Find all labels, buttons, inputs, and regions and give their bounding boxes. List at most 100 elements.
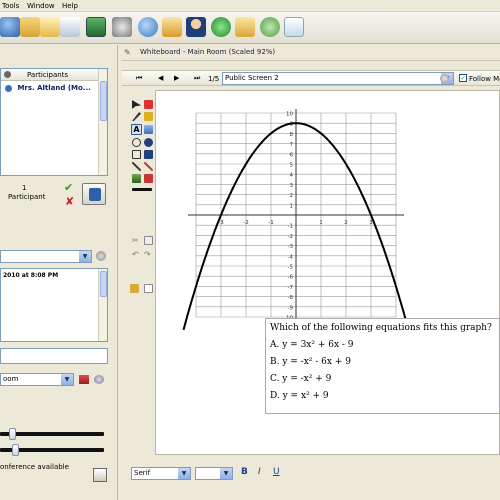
y-tick-label: 4 <box>290 173 294 179</box>
marker-icon[interactable] <box>144 112 153 121</box>
last-page-icon[interactable]: ⏭ <box>194 74 200 83</box>
cut-icon[interactable]: ✂ <box>132 236 141 245</box>
option-c[interactable]: C. y = -x² + 9 <box>270 374 331 384</box>
chat-target-select[interactable]: ▼ <box>0 250 92 263</box>
room-select[interactable]: oom ▼ <box>0 373 74 386</box>
option-b[interactable]: B. y = -x² - 6x + 9 <box>270 357 351 367</box>
undo-icon[interactable]: ↶ <box>132 250 141 259</box>
x-tick-label: 2 <box>344 220 348 226</box>
y-tick-label: 6 <box>290 152 294 158</box>
title-rule <box>122 60 500 61</box>
y-tick-label: -2 <box>288 234 293 240</box>
redo-icon[interactable]: ↷ <box>144 250 153 259</box>
chat-settings-icon[interactable] <box>96 251 106 261</box>
text-tool-icon[interactable]: A <box>131 124 142 135</box>
rectangle-icon[interactable] <box>132 150 141 159</box>
drawing-tools: A ✂ ↶ ↷ <box>128 96 154 296</box>
option-d[interactable]: D. y = x² + 9 <box>270 391 329 401</box>
follow-checkbox[interactable]: ✓ <box>459 74 467 82</box>
line-icon[interactable] <box>132 162 141 171</box>
underline-button[interactable]: U <box>273 467 280 477</box>
y-tick-label: -5 <box>288 265 294 271</box>
pencil-icon: ✎ <box>124 48 131 57</box>
y-tick-label: -1 <box>288 224 293 230</box>
color-icon[interactable] <box>144 174 153 183</box>
participants-header: Participants ⇅ <box>1 69 107 81</box>
y-tick-label: -4 <box>288 254 294 260</box>
pencil-icon[interactable] <box>132 112 141 121</box>
notes-icon[interactable] <box>284 17 304 37</box>
refresh-icon[interactable] <box>260 17 280 37</box>
copy-icon[interactable] <box>144 236 153 245</box>
room-select-value: oom <box>3 375 19 383</box>
screen-select-value: Public Screen 2 <box>225 74 279 82</box>
x-tick-label: -1 <box>268 220 273 226</box>
prev-page-icon[interactable]: ◀ <box>158 74 163 82</box>
font-size-select[interactable]: ▼ <box>195 467 233 480</box>
picture-icon[interactable] <box>132 174 141 183</box>
question-box: Which of the following equations fits th… <box>265 318 500 414</box>
italic-button[interactable]: I <box>258 467 261 477</box>
scroll-thumb[interactable] <box>100 81 107 121</box>
participant-count-label: Participant <box>8 193 46 201</box>
web-tour-icon[interactable] <box>112 17 132 37</box>
scroll-thumb[interactable] <box>100 271 107 297</box>
close-icon[interactable]: ✘ <box>65 195 74 208</box>
chat-scrollbar[interactable] <box>98 269 107 341</box>
y-tick-label: 3 <box>290 183 294 189</box>
image-tool-icon[interactable] <box>144 125 153 134</box>
document-icon[interactable] <box>144 284 153 293</box>
user-icon <box>5 84 12 92</box>
timer-icon[interactable] <box>235 17 255 37</box>
folder-icon[interactable] <box>20 17 40 37</box>
participant-count: 1 <box>22 184 27 192</box>
y-tick-label: 8 <box>290 132 294 138</box>
y-tick-label: -9 <box>288 305 294 311</box>
x-tick-label: 1 <box>319 220 323 226</box>
participants-header-icon <box>4 71 11 78</box>
audio-settings-button[interactable] <box>93 468 107 482</box>
screen-select[interactable]: Public Screen 2 ▼ <box>222 72 454 85</box>
menu-window[interactable]: Window <box>27 2 55 10</box>
menu-tools[interactable]: Tools <box>2 2 19 10</box>
list-item[interactable]: Mrs. Altland (Mo... <box>5 84 91 92</box>
room-settings-icon[interactable] <box>94 375 104 384</box>
filled-ellipse-icon[interactable] <box>144 138 153 147</box>
line-width-icon[interactable] <box>132 188 152 191</box>
pointer-icon[interactable] <box>132 100 141 109</box>
screen-settings-icon[interactable] <box>440 74 449 83</box>
y-tick-label: -3 <box>288 244 294 250</box>
audio-status: onference available <box>0 463 69 471</box>
mic-slider-thumb[interactable] <box>12 444 19 456</box>
next-page-icon[interactable]: ▶ <box>174 74 179 82</box>
page-indicator: 1/5 <box>208 75 220 83</box>
ellipse-icon[interactable] <box>132 138 141 147</box>
arrow-line-icon[interactable] <box>144 162 153 171</box>
room-action-icon[interactable] <box>79 375 89 384</box>
exit-room-button[interactable] <box>82 183 106 205</box>
first-page-icon[interactable]: ⏮ <box>136 74 142 83</box>
app-share-icon[interactable] <box>86 17 106 37</box>
participants-scrollbar[interactable] <box>98 69 107 175</box>
participant-icon[interactable] <box>0 17 20 37</box>
user-icon[interactable] <box>186 17 206 37</box>
check-icon[interactable]: ✔ <box>64 181 73 194</box>
chat-history: 2010 at 8:08 PM <box>0 268 108 342</box>
menu-help[interactable]: Help <box>62 2 78 10</box>
option-a[interactable]: A. y = 3x² + 6x - 9 <box>270 340 354 350</box>
volume-slider-thumb[interactable] <box>9 428 16 440</box>
send-file-icon[interactable] <box>162 17 182 37</box>
page-navigation: ⏮ ◀ ▶ ⏭ 1/5 Public Screen 2 ▼ ✓ Follow M… <box>122 70 500 86</box>
presentation-icon[interactable] <box>60 17 80 37</box>
font-family-select[interactable]: Serif ▼ <box>131 467 191 480</box>
open-file-icon[interactable] <box>40 17 60 37</box>
participant-name: Mrs. Altland (Mo... <box>17 84 91 92</box>
whiteboard-title: Whiteboard - Main Room (Scaled 92%) <box>140 48 276 56</box>
filled-rectangle-icon[interactable] <box>144 150 153 159</box>
poll-icon[interactable] <box>211 17 231 37</box>
bold-button[interactable]: B <box>241 467 248 477</box>
folder-icon[interactable] <box>130 284 139 293</box>
eraser-icon[interactable] <box>144 100 153 109</box>
chat-input[interactable] <box>0 348 108 364</box>
globe-icon[interactable] <box>138 17 158 37</box>
